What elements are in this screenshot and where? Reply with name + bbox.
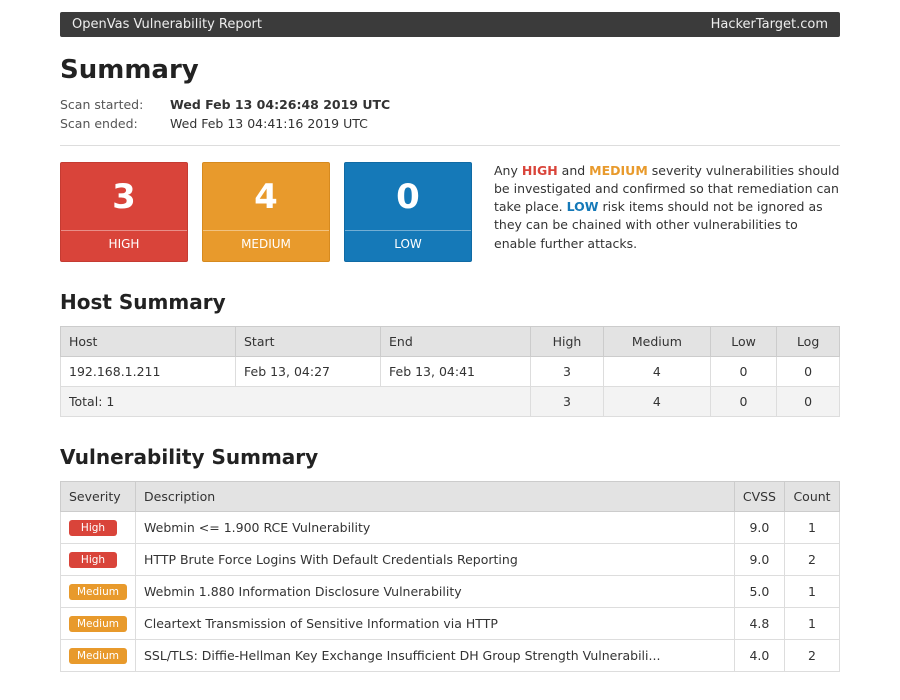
col-log: Log <box>777 327 840 357</box>
scan-ended-row: Scan ended: Wed Feb 13 04:41:16 2019 UTC <box>60 116 840 131</box>
host-start: Feb 13, 04:27 <box>236 357 381 387</box>
vuln-count: 1 <box>785 608 840 640</box>
col-medium: Medium <box>603 327 710 357</box>
vuln-summary-heading: Vulnerability Summary <box>60 445 840 469</box>
sev-text-b: and <box>558 163 589 178</box>
vuln-severity-cell: High <box>61 544 136 576</box>
vuln-cvss: 4.0 <box>734 640 784 672</box>
vuln-severity-cell: Medium <box>61 640 136 672</box>
host-low: 0 <box>710 357 776 387</box>
severity-blocks: 3 HIGH 4 MEDIUM 0 LOW <box>60 162 472 262</box>
total-log: 0 <box>777 387 840 417</box>
brand-link[interactable]: HackerTarget.com <box>711 17 828 32</box>
vuln-cvss: 9.0 <box>734 512 784 544</box>
vuln-cvss: 5.0 <box>734 576 784 608</box>
high-label: HIGH <box>61 230 187 261</box>
vuln-cvss: 4.8 <box>734 608 784 640</box>
severity-badge: Medium <box>69 584 127 600</box>
vuln-severity-cell: High <box>61 512 136 544</box>
vuln-description: Webmin 1.880 Information Disclosure Vuln… <box>136 576 735 608</box>
total-label: Total: 1 <box>61 387 531 417</box>
col-severity: Severity <box>61 482 136 512</box>
host-log: 0 <box>777 357 840 387</box>
severity-block-high: 3 HIGH <box>60 162 188 262</box>
host-summary-table: Host Start End High Medium Low Log 192.1… <box>60 326 840 417</box>
vuln-row: Medium SSL/TLS: Diffie-Hellman Key Exchan… <box>61 640 840 672</box>
host-total-row: Total: 1 3 4 0 0 <box>61 387 840 417</box>
low-count: 0 <box>396 163 420 230</box>
high-count: 3 <box>112 163 136 230</box>
col-description: Description <box>136 482 735 512</box>
host-ip: 192.168.1.211 <box>61 357 236 387</box>
sev-word-medium: MEDIUM <box>589 163 648 178</box>
vuln-severity-cell: Medium <box>61 608 136 640</box>
sev-word-high: HIGH <box>522 163 558 178</box>
col-high: High <box>531 327 604 357</box>
vuln-row: Medium Cleartext Transmission of Sensitiv… <box>61 608 840 640</box>
medium-label: MEDIUM <box>203 230 329 261</box>
host-medium: 4 <box>603 357 710 387</box>
summary-heading: Summary <box>60 55 840 85</box>
total-medium: 4 <box>603 387 710 417</box>
severity-badge: High <box>69 520 117 536</box>
vuln-row: Medium Webmin 1.880 Information Disclosur… <box>61 576 840 608</box>
col-low: Low <box>710 327 776 357</box>
vuln-count: 1 <box>785 576 840 608</box>
report-title: OpenVas Vulnerability Report <box>72 17 262 32</box>
col-start: Start <box>236 327 381 357</box>
host-table-header-row: Host Start End High Medium Low Log <box>61 327 840 357</box>
total-high: 3 <box>531 387 604 417</box>
vuln-row: High HTTP Brute Force Logins With Default… <box>61 544 840 576</box>
severity-block-low: 0 LOW <box>344 162 472 262</box>
vuln-count: 1 <box>785 512 840 544</box>
vuln-count: 2 <box>785 544 840 576</box>
host-high: 3 <box>531 357 604 387</box>
vuln-summary-table: Severity Description CVSS Count High Webm… <box>60 481 840 672</box>
host-summary-heading: Host Summary <box>60 290 840 314</box>
severity-badge: High <box>69 552 117 568</box>
vuln-table-header-row: Severity Description CVSS Count <box>61 482 840 512</box>
sev-word-low: LOW <box>567 199 599 214</box>
scan-ended-value: Wed Feb 13 04:41:16 2019 UTC <box>170 116 368 131</box>
medium-count: 4 <box>254 163 278 230</box>
vuln-cvss: 9.0 <box>734 544 784 576</box>
col-cvss: CVSS <box>734 482 784 512</box>
severity-description: Any HIGH and MEDIUM severity vulnerabili… <box>494 162 840 262</box>
host-end: Feb 13, 04:41 <box>381 357 531 387</box>
vuln-severity-cell: Medium <box>61 576 136 608</box>
topbar: OpenVas Vulnerability Report HackerTarge… <box>60 12 840 37</box>
low-label: LOW <box>345 230 471 261</box>
col-count: Count <box>785 482 840 512</box>
sev-text-a: Any <box>494 163 522 178</box>
scan-started-label: Scan started: <box>60 97 170 112</box>
scan-started-value: Wed Feb 13 04:26:48 2019 UTC <box>170 97 390 112</box>
vuln-count: 2 <box>785 640 840 672</box>
scan-started-row: Scan started: Wed Feb 13 04:26:48 2019 U… <box>60 97 840 112</box>
severity-badge: Medium <box>69 616 127 632</box>
severity-block-medium: 4 MEDIUM <box>202 162 330 262</box>
vuln-row: High Webmin <= 1.900 RCE Vulnerability9.0… <box>61 512 840 544</box>
divider <box>60 145 840 146</box>
col-end: End <box>381 327 531 357</box>
vuln-description: Webmin <= 1.900 RCE Vulnerability <box>136 512 735 544</box>
severity-row: 3 HIGH 4 MEDIUM 0 LOW Any HIGH and MEDIU… <box>60 162 840 262</box>
scan-ended-label: Scan ended: <box>60 116 170 131</box>
vuln-description: Cleartext Transmission of Sensitive Info… <box>136 608 735 640</box>
vuln-description: HTTP Brute Force Logins With Default Cre… <box>136 544 735 576</box>
total-low: 0 <box>710 387 776 417</box>
severity-badge: Medium <box>69 648 127 664</box>
col-host: Host <box>61 327 236 357</box>
vuln-description: SSL/TLS: Diffie-Hellman Key Exchange Ins… <box>136 640 735 672</box>
report-page: OpenVas Vulnerability Report HackerTarge… <box>0 0 900 672</box>
host-row: 192.168.1.211 Feb 13, 04:27 Feb 13, 04:4… <box>61 357 840 387</box>
